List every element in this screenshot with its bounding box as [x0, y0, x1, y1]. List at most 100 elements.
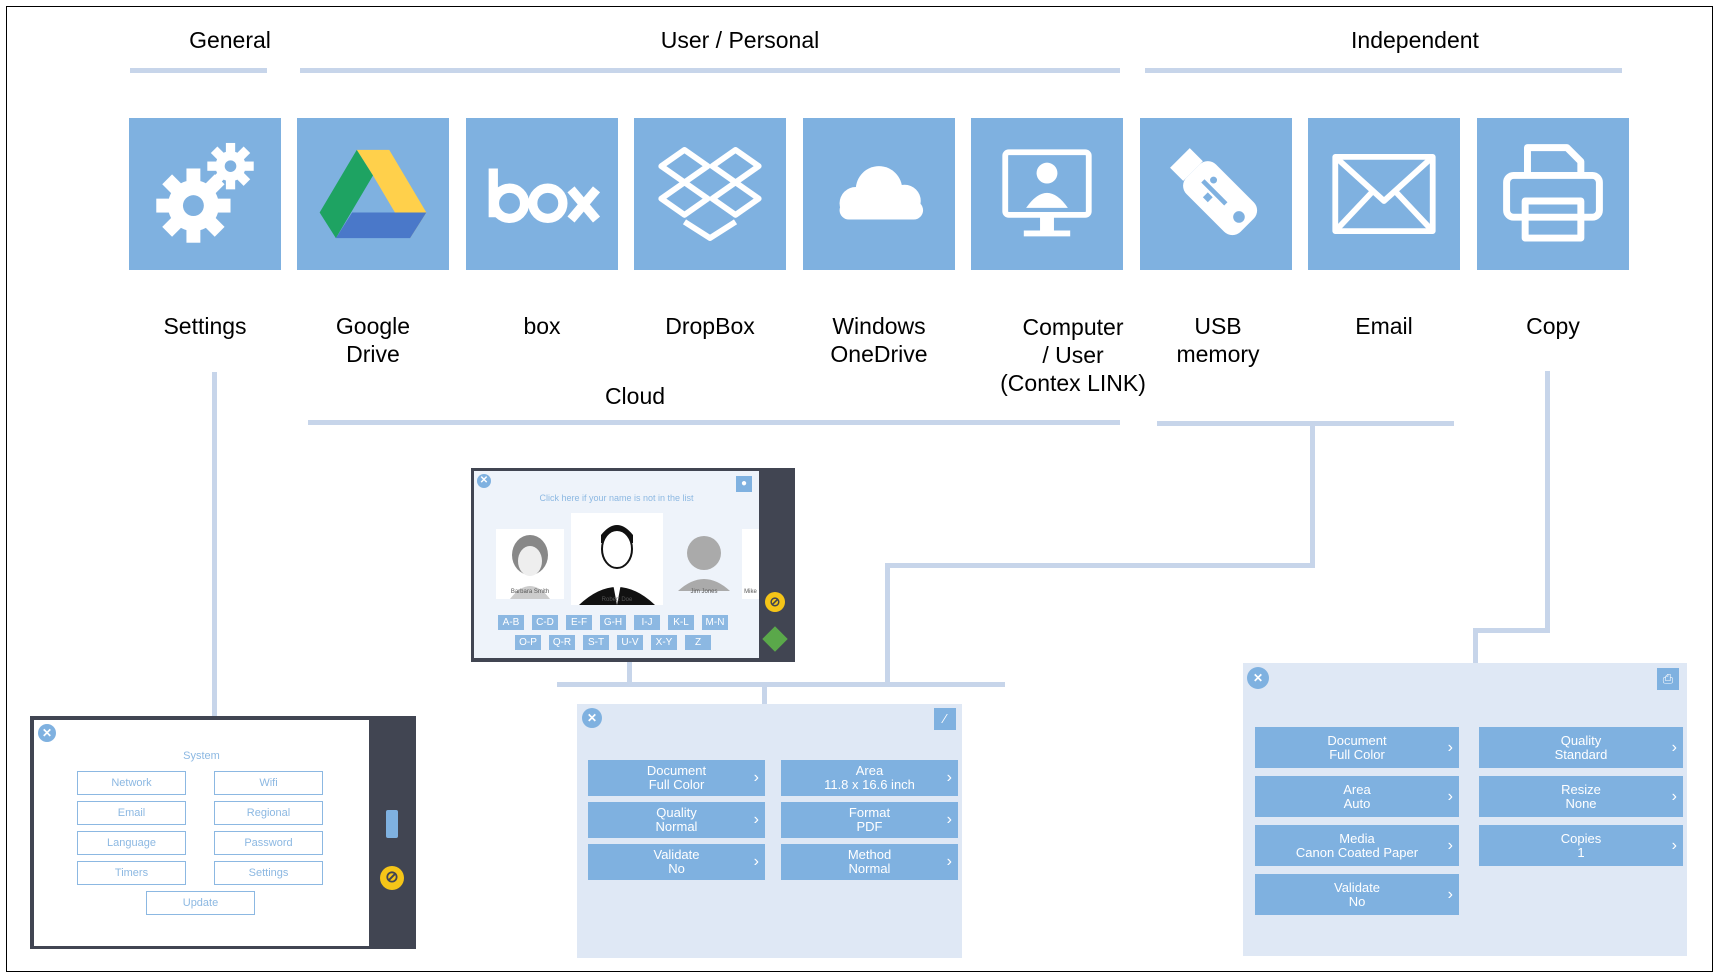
chevron-right-icon: › — [1671, 836, 1677, 854]
envelope-icon — [1332, 153, 1436, 235]
copy-settings-panel: ✕ ⎙ Document Full Color › Quality Standard ›… — [1243, 663, 1687, 956]
printer-icon — [1503, 144, 1603, 242]
alpha-button[interactable]: X-Y — [651, 635, 677, 650]
timers-button[interactable]: Timers — [77, 861, 186, 885]
alpha-button[interactable]: S-T — [583, 635, 609, 650]
computer-user-icon — [1002, 149, 1092, 237]
quality-button[interactable]: Quality Standard › — [1479, 727, 1683, 768]
settings-screen-pane: ✕ System Network Wifi Email Regional Lan… — [34, 720, 369, 946]
close-icon[interactable]: ✕ — [477, 474, 491, 488]
quality-button[interactable]: Quality Normal › — [588, 802, 765, 838]
dropbox-icon — [658, 147, 762, 241]
gears-icon — [156, 142, 254, 243]
user-card-jim[interactable]: Jim Jones — [670, 529, 738, 599]
tile-email[interactable] — [1308, 118, 1460, 270]
connector-independent-horizontal — [885, 563, 1315, 568]
tile-google-drive[interactable] — [297, 118, 449, 270]
quality-value: Standard — [1554, 746, 1608, 762]
google-drive-icon — [319, 149, 427, 239]
document-button[interactable]: Document Full Color › — [588, 760, 765, 796]
copies-button[interactable]: Copies 1 › — [1479, 825, 1683, 866]
connector-copy — [1545, 371, 1550, 633]
scan-icon[interactable]: ⊘ — [380, 866, 404, 890]
area-button[interactable]: Area 11.8 x 16.6 inch › — [781, 760, 958, 796]
format-button[interactable]: Format PDF › — [781, 802, 958, 838]
resize-value: None — [1565, 795, 1597, 811]
validate-label: Validate — [653, 847, 700, 862]
password-button[interactable]: Password — [214, 831, 323, 855]
cloud-settings-panel: ✕ ⁄ Document Full Color › Area 11.8 x 16.6 … — [577, 704, 962, 958]
format-value: PDF — [856, 819, 883, 834]
chevron-right-icon: › — [946, 853, 952, 870]
media-value: Canon Coated Paper — [1295, 844, 1419, 860]
network-button[interactable]: Network — [77, 771, 186, 795]
media-button[interactable]: Media Canon Coated Paper › — [1255, 825, 1459, 866]
label-email: Email — [1355, 313, 1413, 339]
cloud-icon — [839, 166, 924, 220]
user-card-robert[interactable]: Robert Doe — [571, 513, 663, 605]
printer-icon[interactable]: ⎙ — [1657, 668, 1679, 690]
alpha-button[interactable]: K-L — [668, 615, 694, 630]
validate-value: No — [1348, 893, 1366, 909]
area-value: 11.8 x 16.6 inch — [824, 777, 915, 792]
alpha-button[interactable]: M-N — [702, 615, 728, 630]
scan-settings-icon[interactable]: ⁄ — [934, 708, 956, 730]
close-icon[interactable]: ✕ — [582, 708, 602, 728]
method-label: Method — [847, 847, 892, 862]
method-button[interactable]: Method Normal › — [781, 844, 958, 880]
tile-dropbox[interactable] — [634, 118, 786, 270]
validate-button[interactable]: Validate No › — [588, 844, 765, 880]
update-button[interactable]: Update — [146, 891, 255, 915]
tile-onedrive[interactable] — [803, 118, 955, 270]
scan-icon[interactable]: ⊘ — [765, 592, 785, 612]
close-icon[interactable]: ✕ — [1247, 667, 1269, 689]
alpha-button[interactable]: Z — [685, 635, 711, 650]
tile-box[interactable] — [466, 118, 618, 270]
email-button[interactable]: Email — [77, 801, 186, 825]
usb-email-bracket — [1157, 421, 1454, 426]
close-icon[interactable]: ✕ — [38, 724, 56, 742]
alpha-button[interactable]: A-B — [498, 615, 524, 630]
document-button[interactable]: Document Full Color › — [1255, 727, 1459, 768]
media-label: Media — [1339, 830, 1375, 846]
alpha-button[interactable]: C-D — [532, 615, 558, 630]
quality-label: Quality — [656, 805, 697, 820]
user-card-mike[interactable]: Mike — [742, 529, 759, 599]
connector-copy-panel — [1473, 628, 1478, 663]
alpha-button[interactable]: Q-R — [549, 635, 575, 650]
tile-computer-user[interactable] — [971, 118, 1123, 270]
alpha-button[interactable]: E-F — [566, 615, 592, 630]
area-label: Area — [1343, 781, 1371, 797]
connector-copy-horizontal — [1473, 628, 1550, 633]
go-icon[interactable] — [762, 626, 788, 652]
document-value: Full Color — [648, 777, 705, 792]
resize-label: Resize — [1561, 781, 1601, 797]
user-card-barbara[interactable]: Barbara Smith — [496, 529, 564, 599]
cloud-bracket — [308, 420, 1120, 425]
area-value: Auto — [1343, 795, 1371, 811]
alpha-button[interactable]: G-H — [600, 615, 626, 630]
validate-button[interactable]: Validate No › — [1255, 874, 1459, 915]
chevron-right-icon: › — [946, 811, 952, 828]
document-value: Full Color — [1329, 746, 1385, 762]
resize-button[interactable]: Resize None › — [1479, 776, 1683, 817]
settings-button[interactable]: Settings — [214, 861, 323, 885]
chevron-right-icon: › — [1447, 738, 1453, 756]
usb-stick-icon[interactable] — [386, 810, 398, 838]
tile-usb-memory[interactable] — [1140, 118, 1292, 270]
language-button[interactable]: Language — [77, 831, 186, 855]
alpha-button[interactable]: U-V — [617, 635, 643, 650]
name-not-in-list-link[interactable]: Click here if your name is not in the li… — [474, 493, 759, 503]
alpha-button[interactable]: O-P — [515, 635, 541, 650]
wifi-button[interactable]: Wifi — [214, 771, 323, 795]
tile-settings[interactable] — [129, 118, 281, 270]
user-icon[interactable]: ● — [736, 476, 752, 492]
user-select-pane: ✕ ● Click here if your name is not in th… — [474, 471, 759, 658]
chevron-right-icon: › — [1447, 885, 1453, 903]
regional-button[interactable]: Regional — [214, 801, 323, 825]
area-button[interactable]: Area Auto › — [1255, 776, 1459, 817]
alpha-button[interactable]: I-J — [634, 615, 660, 630]
tile-copy[interactable] — [1477, 118, 1629, 270]
connector-independent-down — [1310, 421, 1315, 567]
chevron-right-icon: › — [753, 853, 759, 870]
